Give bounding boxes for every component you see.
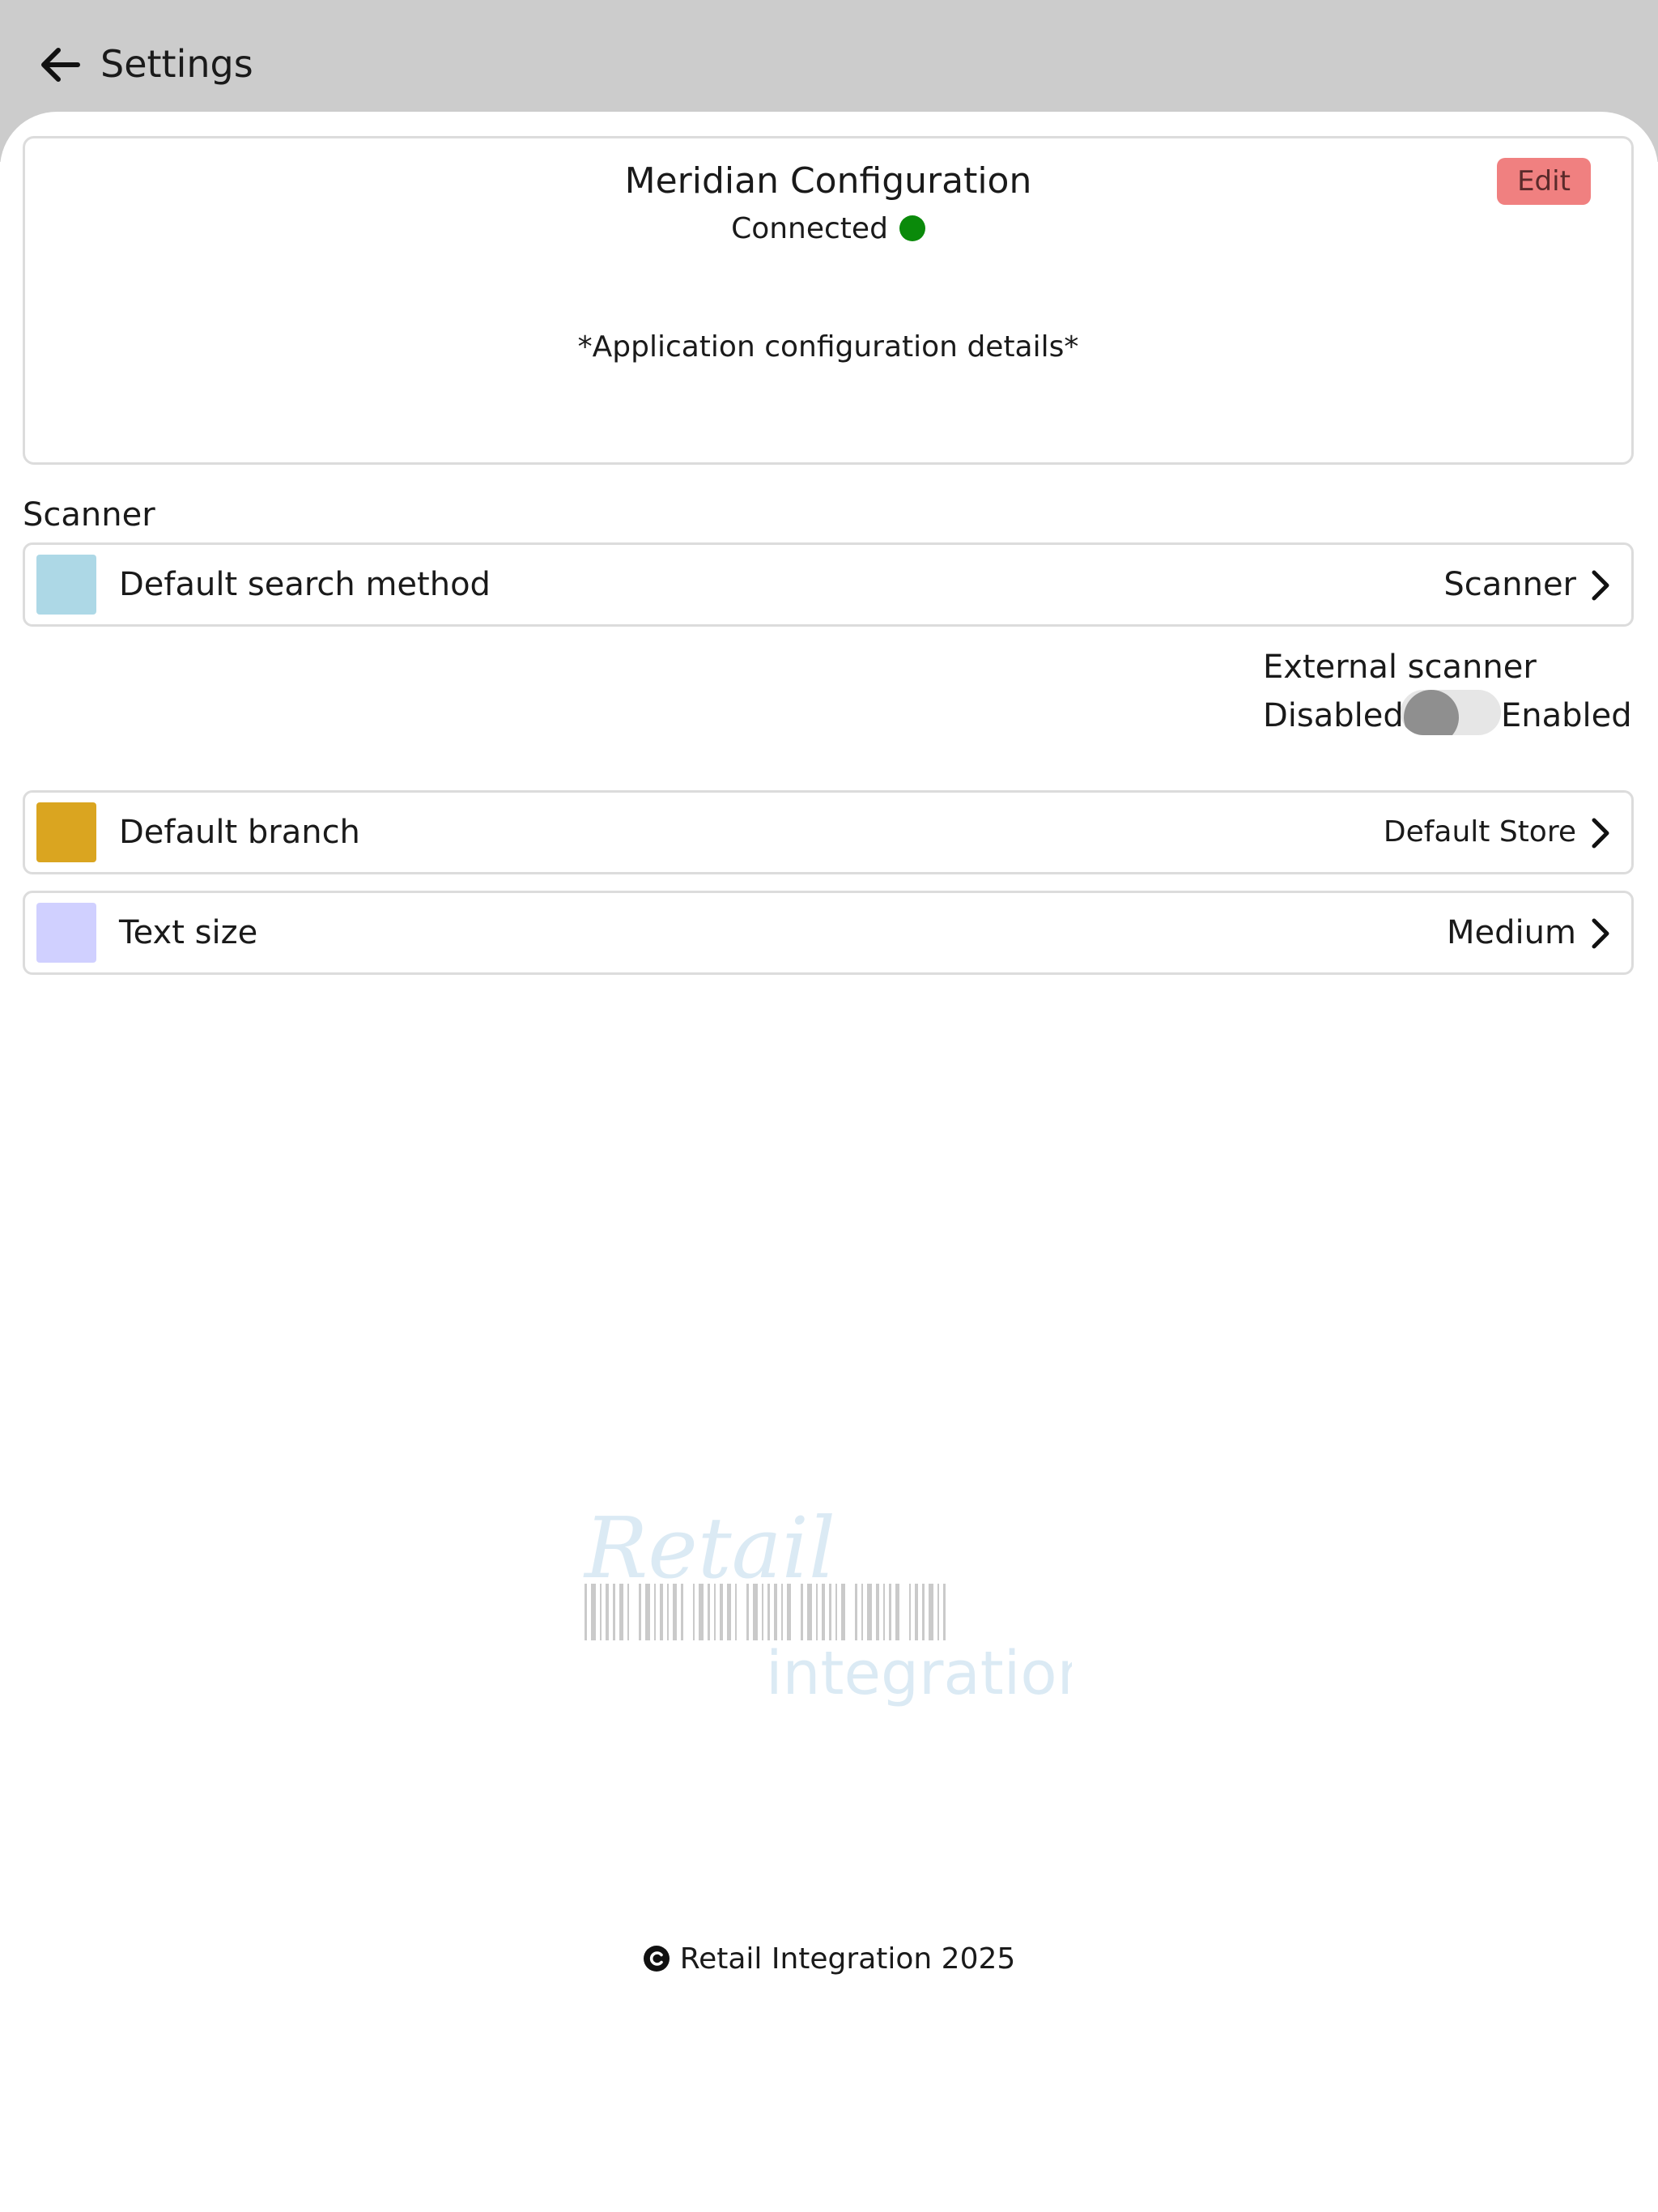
barcode-bar <box>645 1584 650 1640</box>
row-label: Default branch <box>119 814 360 851</box>
barcode-bar <box>829 1584 831 1640</box>
barcode-bar <box>762 1584 763 1640</box>
default-search-method-row[interactable]: Default search method Scanner <box>23 542 1634 627</box>
logo-word-bottom: integration <box>766 1639 1072 1707</box>
edit-button[interactable]: Edit <box>1497 158 1591 205</box>
barcode-bar <box>801 1584 803 1640</box>
barcode-bar <box>619 1584 623 1640</box>
toggle-knob <box>1404 690 1459 735</box>
barcode-bar <box>807 1584 812 1640</box>
barcode-bar <box>591 1584 596 1640</box>
external-scanner-toggle-row: Disabled Enabled <box>1263 690 1635 742</box>
chevron-right-icon <box>1586 917 1615 950</box>
barcode-bar <box>937 1584 939 1640</box>
chevron-right-icon <box>1586 569 1615 602</box>
barcode-bar <box>915 1584 918 1640</box>
page-title: Settings <box>100 42 253 86</box>
external-scanner-toggle[interactable] <box>1401 690 1501 735</box>
barcode-bar <box>855 1584 857 1640</box>
barcode-bar <box>720 1584 723 1640</box>
barcode-bar <box>693 1584 695 1640</box>
barcode-bar <box>735 1584 737 1640</box>
row-color-swatch <box>36 555 96 615</box>
logo-word-top: Retail <box>583 1499 835 1597</box>
barcode-bar <box>816 1584 818 1640</box>
status-text: Connected <box>731 212 888 245</box>
barcode-bar <box>922 1584 925 1640</box>
barcode-bar <box>714 1584 716 1640</box>
barcode-bar <box>841 1584 845 1640</box>
barcode-bar <box>606 1584 609 1640</box>
barcode-bar <box>943 1584 946 1640</box>
barcode-bar <box>627 1584 629 1640</box>
barcode-bar <box>929 1584 933 1640</box>
row-color-swatch <box>36 903 96 963</box>
barcode-bar <box>867 1584 872 1640</box>
barcode-bar <box>600 1584 602 1640</box>
copyright-icon <box>643 1945 670 1972</box>
text-size-row[interactable]: Text size Medium <box>23 891 1634 975</box>
barcode-bar <box>774 1584 777 1640</box>
row-label: Default search method <box>119 566 491 603</box>
barcode-bar <box>883 1584 885 1640</box>
barcode-bar <box>822 1584 825 1640</box>
default-branch-row[interactable]: Default branch Default Store <box>23 790 1634 874</box>
barcode-bar <box>708 1584 710 1640</box>
toggle-off-label: Disabled <box>1263 697 1404 734</box>
status-dot-icon <box>899 215 925 241</box>
row-value: Default Store <box>1383 815 1576 849</box>
barcode-bar <box>727 1584 731 1640</box>
chevron-right-icon <box>1586 817 1615 849</box>
configuration-card: Meridian Configuration Connected Edit *A… <box>23 136 1634 465</box>
barcode-bar <box>876 1584 879 1640</box>
barcode-bar <box>889 1584 891 1640</box>
configuration-title: Meridian Configuration <box>624 160 1032 202</box>
barcode-bar <box>613 1584 615 1640</box>
barcode-bar <box>660 1584 663 1640</box>
barcode-bar <box>781 1584 783 1640</box>
scanner-section-label: Scanner <box>23 496 155 534</box>
row-value: Scanner <box>1443 566 1576 603</box>
retail-integration-logo: Retail integration <box>583 1499 1072 1707</box>
external-scanner-title: External scanner <box>1263 649 1537 686</box>
connection-status: Connected <box>25 210 1631 249</box>
barcode-bar <box>639 1584 641 1640</box>
barcode-bar <box>654 1584 656 1640</box>
barcode-bar <box>681 1584 683 1640</box>
row-label: Text size <box>119 914 258 951</box>
barcode-bar <box>909 1584 911 1640</box>
barcode-bar <box>673 1584 677 1640</box>
arrow-left-icon[interactable] <box>37 42 83 87</box>
barcode-bar <box>667 1584 669 1640</box>
configuration-details: *Application configuration details* <box>577 330 1079 364</box>
barcode-bar <box>767 1584 770 1640</box>
barcode-bar <box>753 1584 758 1640</box>
row-value: Medium <box>1447 914 1576 951</box>
barcode-bar <box>585 1584 587 1640</box>
barcode-bar <box>895 1584 899 1640</box>
barcode-bar <box>861 1584 863 1640</box>
toggle-on-label: Enabled <box>1501 697 1632 734</box>
row-color-swatch <box>36 802 96 862</box>
barcode-bar <box>746 1584 749 1640</box>
footer: Retail Integration 2025 <box>0 1938 1658 1980</box>
footer-text: Retail Integration 2025 <box>679 1942 1016 1976</box>
barcode-bar <box>835 1584 837 1640</box>
barcode-bar <box>787 1584 791 1640</box>
barcode-bar <box>699 1584 704 1640</box>
